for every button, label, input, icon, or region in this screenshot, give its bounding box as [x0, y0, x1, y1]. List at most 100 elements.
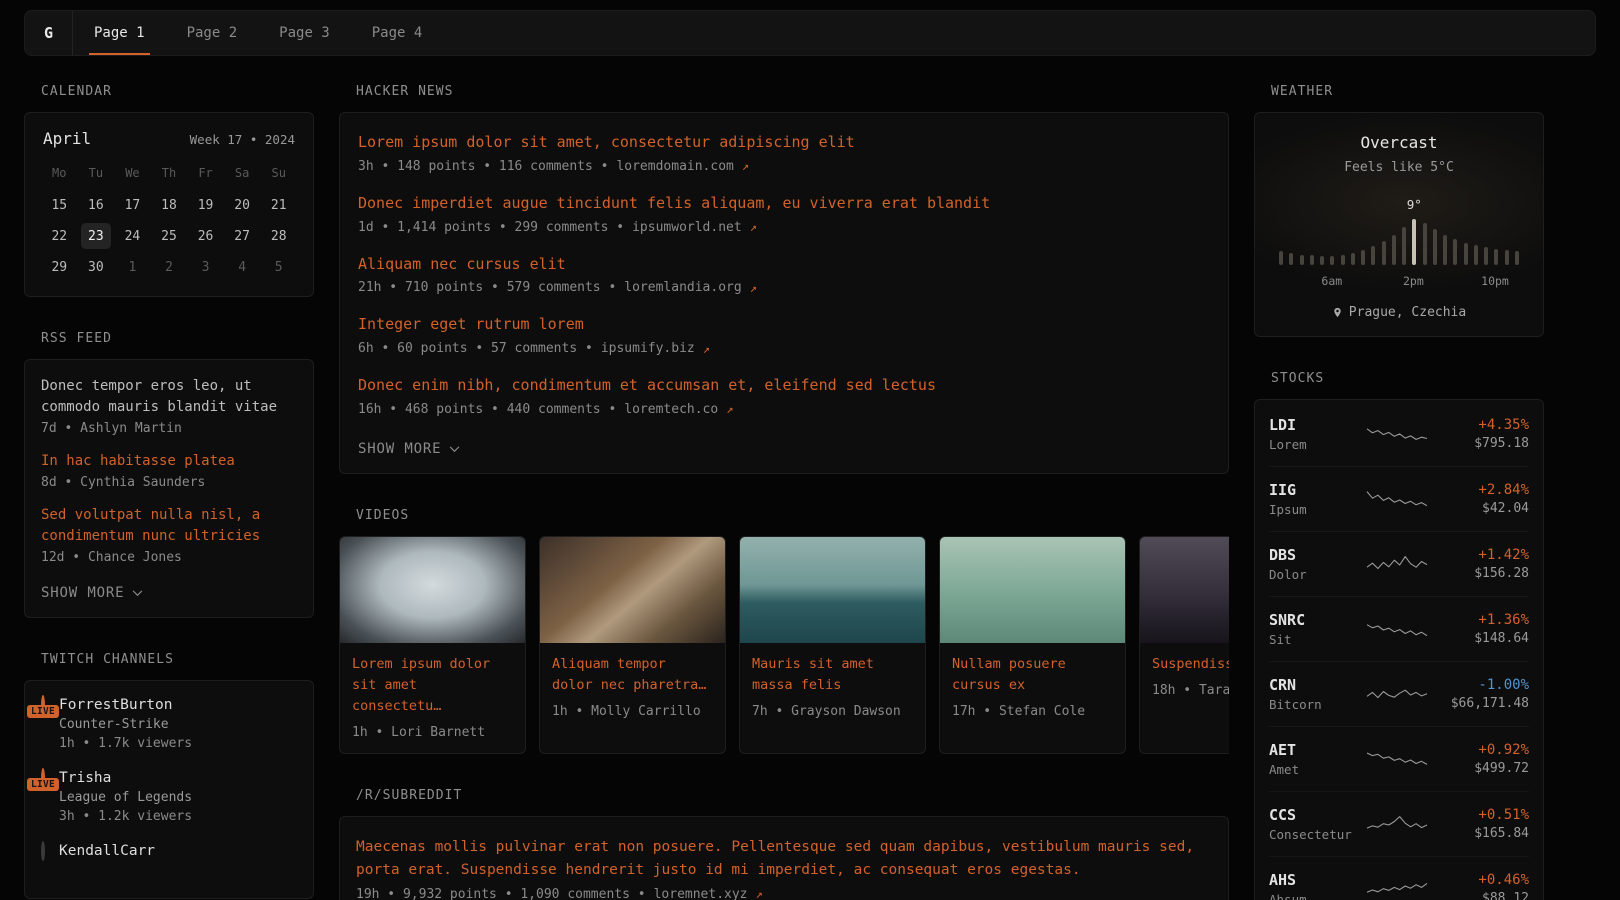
calendar-widget-title: CALENDAR	[41, 84, 314, 99]
hackernews-show-more-label: SHOW MORE	[358, 441, 441, 457]
hackernews-story-link[interactable]: Aliquam nec cursus elit	[358, 254, 1210, 276]
twitch-channel-game: Counter-Strike	[59, 717, 192, 732]
rss-item-link[interactable]: Donec tempor eros leo, ut commodo mauris…	[41, 376, 297, 418]
stock-name: Ahsum	[1269, 892, 1357, 900]
stock-row[interactable]: DBS Dolor +1.42% $156.28	[1269, 531, 1529, 596]
twitch-channel-name[interactable]: ForrestBurton	[59, 697, 192, 713]
hackernews-domain-link[interactable]: ipsumify.biz	[601, 341, 695, 356]
video-meta: 7h • Grayson Dawson	[752, 704, 913, 719]
twitch-channel-row[interactable]: KendallCarr	[41, 843, 297, 863]
rss-item-link[interactable]: Sed volutpat nulla nisl, a condimentum n…	[41, 505, 297, 547]
nav-tab[interactable]: Page 4	[351, 11, 444, 55]
calendar-day: 19	[191, 192, 221, 218]
stock-values: +1.42% $156.28	[1437, 547, 1529, 581]
hackernews-domain-link[interactable]: loremdomain.com	[616, 159, 733, 174]
video-card-body: Mauris sit amet massa felis 7h • Grayson…	[740, 643, 925, 732]
weather-bar	[1351, 253, 1355, 265]
calendar-header: April Week 17 • 2024	[41, 129, 297, 148]
weather-bar	[1443, 235, 1447, 265]
app-logo[interactable]: G	[25, 11, 73, 55]
twitch-avatar-wrap: LIVE	[41, 697, 45, 713]
subreddit-domain-link[interactable]: loremnet.xyz	[654, 887, 748, 900]
twitch-channel-row[interactable]: LIVE Trisha League of Legends 3h • 1.2k …	[41, 770, 297, 824]
subreddit-widget-title: /R/SUBREDDIT	[356, 788, 1229, 803]
hackernews-domain-link[interactable]: ipsumworld.net	[632, 220, 742, 235]
stock-row[interactable]: AHS Ahsum +0.46% $88.12	[1269, 856, 1529, 900]
hackernews-domain-link[interactable]: loremtech.co	[624, 402, 718, 417]
subreddit-post: Maecenas mollis pulvinar erat non posuer…	[356, 836, 1212, 900]
stock-row[interactable]: AET Amet +0.92% $499.72	[1269, 726, 1529, 791]
video-thumbnail[interactable]	[1140, 537, 1229, 643]
twitch-avatar-wrap	[41, 843, 45, 859]
hackernews-story-link[interactable]: Lorem ipsum dolor sit amet, consectetur …	[358, 132, 1210, 154]
hackernews-meta-text: 21h • 710 points • 579 comments •	[358, 280, 616, 295]
stock-row[interactable]: CCS Consectetur +0.51% $165.84	[1269, 791, 1529, 856]
video-card: Lorem ipsum dolor sit amet consectetu… 1…	[339, 536, 526, 754]
weather-bar	[1505, 250, 1509, 265]
video-title-link[interactable]: Mauris sit amet massa felis	[752, 654, 913, 696]
hackernews-show-more-button[interactable]: SHOW MORE	[358, 441, 460, 457]
hackernews-story-link[interactable]: Integer eget rutrum lorem	[358, 314, 1210, 336]
video-card: Mauris sit amet massa felis 7h • Grayson…	[739, 536, 926, 754]
twitch-channel-row[interactable]: LIVE ForrestBurton Counter-Strike 1h • 1…	[41, 697, 297, 751]
hackernews-widget-title: HACKER NEWS	[356, 84, 1229, 99]
twitch-channel-name[interactable]: Trisha	[59, 770, 192, 786]
weather-bar-wrap	[1515, 251, 1519, 265]
video-thumbnail[interactable]	[340, 537, 525, 643]
rss-item-meta: 12d • Chance Jones	[41, 550, 297, 565]
top-nav: G Page 1 Page 2 Page 3 Page 4	[24, 10, 1596, 56]
rss-show-more-button[interactable]: SHOW MORE	[41, 585, 143, 601]
nav-tab[interactable]: Page 3	[258, 11, 351, 55]
video-title-link[interactable]: Aliquam tempor dolor nec pharetra…	[552, 654, 713, 696]
stock-sparkline	[1365, 550, 1429, 578]
stock-symbol: CRN	[1269, 676, 1357, 694]
stock-price: $42.04	[1437, 501, 1529, 516]
calendar-day: 15	[44, 192, 74, 218]
external-link-icon	[726, 402, 733, 416]
rss-show-more-label: SHOW MORE	[41, 585, 124, 601]
calendar-day: 23	[81, 223, 111, 249]
stock-row[interactable]: LDI Lorem +4.35% $795.18	[1269, 402, 1529, 466]
stock-row[interactable]: CRN Bitcorn -1.00% $66,171.48	[1269, 661, 1529, 726]
video-thumbnail[interactable]	[740, 537, 925, 643]
weather-time-label: 2pm	[1403, 274, 1424, 288]
hackernews-domain-link[interactable]: loremlandia.org	[624, 280, 741, 295]
weather-bar	[1515, 251, 1519, 265]
weather-condition: Overcast	[1273, 133, 1525, 152]
calendar-day: 5	[264, 254, 294, 280]
video-title-link[interactable]: Suspendisse diam	[1152, 654, 1229, 675]
subreddit-post-link[interactable]: Maecenas mollis pulvinar erat non posuer…	[356, 836, 1212, 882]
twitch-channel-name[interactable]: KendallCarr	[59, 843, 155, 859]
chevron-down-icon	[132, 585, 143, 601]
calendar-day: 17	[117, 192, 147, 218]
stock-row[interactable]: SNRC Sit +1.36% $148.64	[1269, 596, 1529, 661]
stock-values: +0.92% $499.72	[1437, 742, 1529, 776]
hackernews-story-link[interactable]: Donec imperdiet augue tincidunt felis al…	[358, 193, 1210, 215]
video-title-link[interactable]: Nullam posuere cursus ex	[952, 654, 1113, 696]
nav-tab[interactable]: Page 2	[166, 11, 259, 55]
external-link-icon	[703, 342, 710, 356]
video-title-link[interactable]: Lorem ipsum dolor sit amet consectetu…	[352, 654, 513, 717]
video-card-body: Lorem ipsum dolor sit amet consectetu… 1…	[340, 643, 525, 753]
nav-tab[interactable]: Page 1	[73, 11, 166, 55]
hackernews-card: Lorem ipsum dolor sit amet, consectetur …	[339, 112, 1229, 474]
weather-bar	[1289, 253, 1293, 265]
weather-bar-wrap	[1464, 243, 1468, 265]
rss-item-meta: 8d • Cynthia Saunders	[41, 475, 297, 490]
stock-row[interactable]: IIG Ipsum +2.84% $42.04	[1269, 466, 1529, 531]
calendar-day: 21	[264, 192, 294, 218]
video-thumbnail[interactable]	[940, 537, 1125, 643]
weather-bar	[1279, 251, 1283, 265]
video-thumbnail[interactable]	[540, 537, 725, 643]
stock-price: $165.84	[1437, 826, 1529, 841]
weather-bar-wrap	[1423, 223, 1427, 265]
stock-price: $499.72	[1437, 761, 1529, 776]
hackernews-story-link[interactable]: Donec enim nibh, condimentum et accumsan…	[358, 375, 1210, 397]
rss-item-link[interactable]: In hac habitasse platea	[41, 451, 297, 472]
weather-bar-wrap	[1330, 256, 1334, 265]
subreddit-card: Maecenas mollis pulvinar erat non posuer…	[339, 816, 1229, 900]
avatar[interactable]	[41, 841, 45, 861]
stock-values: +2.84% $42.04	[1437, 482, 1529, 516]
weather-hourly-bars: 9°	[1279, 203, 1519, 265]
hackernews-item: Integer eget rutrum lorem 6h • 60 points…	[358, 314, 1210, 356]
